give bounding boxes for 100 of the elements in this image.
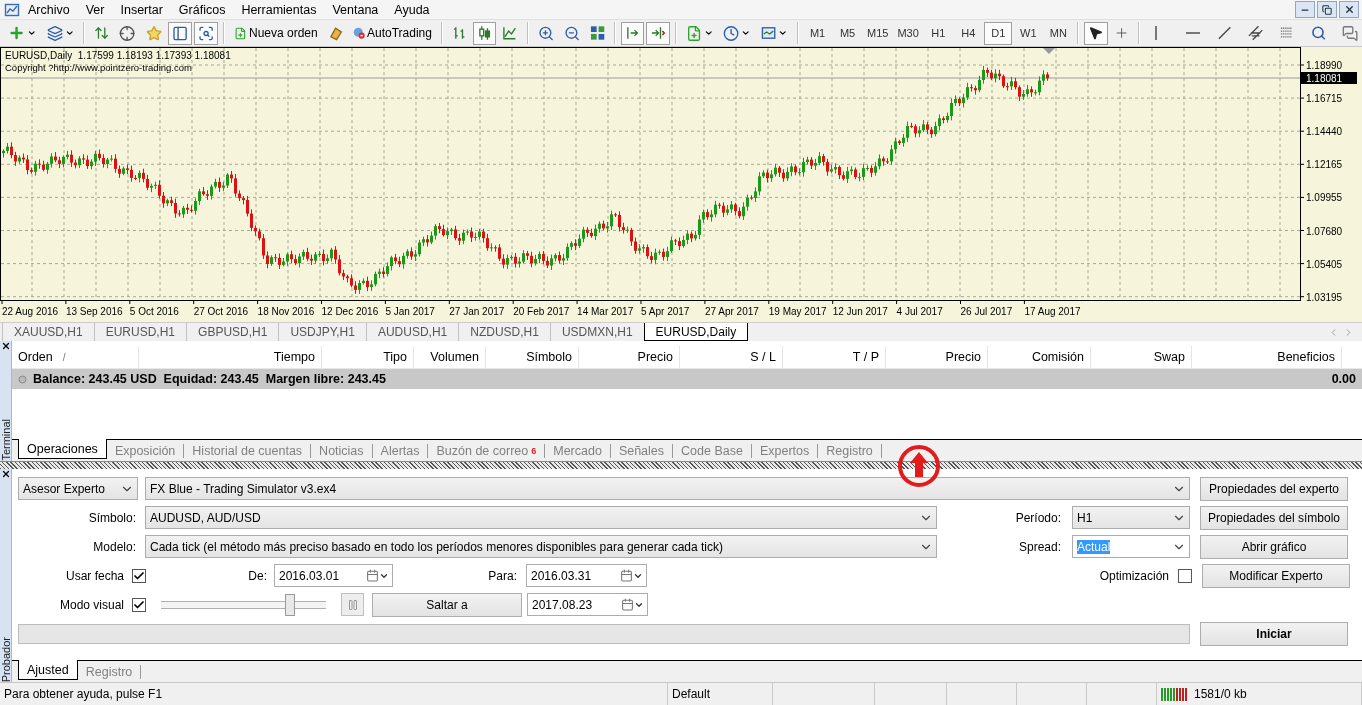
date-label: 5 Apr 2017	[641, 306, 690, 317]
column-header[interactable]: Precio	[886, 346, 988, 368]
price-label: 1.14440	[1306, 126, 1343, 138]
date-field[interactable]: 2016.03.31	[526, 564, 647, 587]
date-label: 12 Jun 2017	[832, 306, 888, 317]
modify-expert-button[interactable]: Modificar Experto	[1202, 563, 1350, 588]
field-label: Para:	[487, 568, 518, 583]
model-select[interactable]: Cada tick (el método más preciso basado en todo los períodos menores disponibles para generar cada tick)	[145, 535, 937, 558]
status-profile: Default	[668, 683, 773, 705]
panel-tab[interactable]: Alertas	[372, 444, 429, 458]
price-label: 1.07680	[1306, 225, 1343, 237]
menu-item[interactable]: Archivo	[20, 2, 78, 17]
date-label: 12 Dec 2016	[321, 306, 379, 317]
date-label: 19 May 2017	[768, 306, 827, 317]
copyright-text: Copyright ?http://www.pointzero-trading.com	[5, 62, 192, 73]
date-label: 5 Jan 2017	[385, 306, 435, 317]
date-label: 17 Aug 2017	[1024, 306, 1081, 317]
panel-tab[interactable]: Ajusted	[18, 660, 78, 680]
timeframe-button[interactable]: H4	[954, 21, 983, 45]
chart-tab[interactable]: EURUSD,Daily	[643, 323, 749, 341]
panel-tab[interactable]: Operaciones	[18, 439, 107, 459]
balance-summary: Balance: 243.45 USD Equidad: 243.45 Margen libre: 243.45	[33, 372, 386, 386]
panel-tab[interactable]: Mercado	[545, 444, 611, 458]
date-label: 27 Oct 2016	[193, 306, 249, 317]
column-header[interactable]: S / L	[680, 346, 783, 368]
checkbox-label: Usar fecha	[64, 568, 125, 583]
date-label: 14 Mar 2017	[577, 306, 634, 317]
field-label: Período:	[1014, 510, 1062, 525]
column-header[interactable]: Beneficios	[1192, 346, 1342, 368]
expert-properties-button[interactable]: Propiedades del experto	[1200, 476, 1348, 501]
date-label: 13 Sep 2016	[65, 306, 123, 317]
start-button[interactable]: Iniciar	[1200, 621, 1348, 646]
period-select[interactable]: H1	[1072, 506, 1190, 529]
menu-item[interactable]: Insertar	[112, 2, 171, 17]
timeframe-button[interactable]: D1	[984, 21, 1013, 45]
timeframe-button[interactable]: M1	[803, 21, 832, 45]
field-label: Símbolo:	[87, 510, 137, 525]
panel-tab[interactable]: Code Base	[673, 444, 752, 458]
date-label: 20 Feb 2017	[513, 306, 570, 317]
status-help-text: Para obtener ayuda, pulse F1	[0, 683, 668, 705]
date-label: 22 Aug 2016	[2, 306, 59, 317]
price-label: 1.16715	[1306, 93, 1343, 105]
column-header[interactable]: T / P	[783, 346, 886, 368]
checkbox-label: Optimización	[1098, 568, 1170, 583]
field-label: De:	[247, 568, 268, 583]
panel-tab[interactable]: Registro	[818, 444, 882, 458]
price-label: 1.18990	[1306, 60, 1343, 71]
autotrading-button[interactable]: AutoTrading	[348, 21, 436, 45]
panel-tab[interactable]: Registro	[77, 665, 142, 679]
column-header[interactable]: Tipo	[322, 346, 414, 368]
price-label: 1.05405	[1306, 258, 1343, 270]
new-order-button[interactable]: Nueva orden	[230, 21, 322, 45]
date-label: 27 Jan 2017	[449, 306, 505, 317]
menu-item[interactable]: Ayuda	[386, 2, 438, 17]
date-field[interactable]: 2016.03.01	[274, 564, 393, 587]
panel-title: Terminal	[0, 418, 12, 461]
price-label: 1.09955	[1306, 192, 1343, 204]
program-type-select[interactable]: Asesor Experto	[18, 477, 138, 500]
symbol-select[interactable]: AUDUSD, AUD/USD	[145, 506, 937, 529]
timeframe-button[interactable]: M15	[863, 21, 892, 45]
expert-select[interactable]: FX Blue - Trading Simulator v3.ex4	[145, 477, 1190, 500]
panel-tab[interactable]: Historial de cuentas	[184, 444, 312, 458]
traffic-counter: 1581/0 kb	[1194, 687, 1247, 701]
skip-to-button[interactable]: Saltar a	[372, 592, 522, 617]
checkbox-label: Modo visual	[58, 597, 125, 612]
chart-symbol-header: EURUSD,Daily 1.17599 1.18193 1.17393 1.18081	[5, 50, 231, 61]
column-header[interactable]: Precio	[579, 346, 680, 368]
timeframe-button[interactable]: MN	[1044, 21, 1073, 45]
date-field[interactable]: 2017.08.23	[527, 593, 648, 616]
date-label: 4 Jul 2017	[896, 306, 943, 317]
panel-tab[interactable]: Señales	[610, 444, 674, 458]
panel-tab[interactable]: Noticias	[311, 444, 373, 458]
menu-item[interactable]: Herramientas	[233, 2, 325, 17]
timeframe-button[interactable]: H1	[924, 21, 953, 45]
field-label: Spread:	[1017, 539, 1062, 554]
date-label: 26 Jul 2017	[960, 306, 1013, 317]
column-header[interactable]: Orden /	[12, 346, 139, 368]
column-header[interactable]: Volumen	[414, 346, 486, 368]
menu-item[interactable]: Ventana	[324, 2, 387, 17]
price-label: 1.03195	[1306, 291, 1343, 303]
open-chart-button[interactable]: Abrir gráfico	[1200, 534, 1348, 559]
column-header[interactable]: Tiempo	[139, 346, 322, 368]
column-header[interactable]: Swap	[1091, 346, 1192, 368]
price-label: 1.12165	[1306, 159, 1343, 171]
date-label: 18 Nov 2016	[257, 306, 315, 317]
timeframe-button[interactable]: W1	[1014, 21, 1043, 45]
unread-count: 6	[531, 446, 537, 456]
column-header[interactable]: Símbolo	[486, 346, 579, 368]
panel-tab[interactable]: Expertos	[751, 444, 819, 458]
panel-title: Probador	[0, 635, 12, 682]
column-header[interactable]: Comisión	[988, 346, 1091, 368]
timeframe-button[interactable]: M30	[893, 21, 923, 45]
menu-item[interactable]: Gráficos	[170, 2, 234, 17]
date-label: 5 Oct 2016	[129, 306, 179, 317]
panel-tab[interactable]: Exposición	[106, 444, 185, 458]
timeframe-button[interactable]: M5	[833, 21, 862, 45]
symbol-properties-button[interactable]: Propiedades del símbolo	[1200, 505, 1348, 530]
profit-total: 0.00	[1331, 372, 1356, 386]
date-label: 27 Apr 2017	[704, 306, 759, 317]
menu-item[interactable]: Ver	[77, 2, 113, 17]
